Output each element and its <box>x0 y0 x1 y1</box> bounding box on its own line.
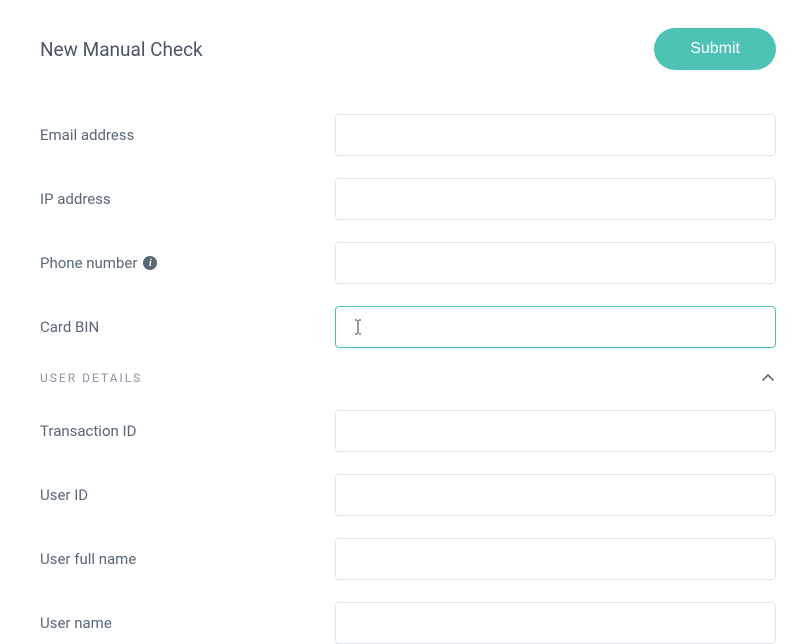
input-user-id[interactable] <box>335 474 776 516</box>
input-ip[interactable] <box>335 178 776 220</box>
chevron-up-icon <box>760 370 776 386</box>
row-card-bin: Card BIN <box>40 306 776 348</box>
label-phone: Phone number i <box>40 254 335 272</box>
info-icon[interactable]: i <box>143 256 157 270</box>
row-user-name: User name <box>40 602 776 644</box>
row-transaction-id: Transaction ID <box>40 410 776 452</box>
label-card-bin: Card BIN <box>40 318 335 336</box>
input-transaction-id[interactable] <box>335 410 776 452</box>
section-header-user-details[interactable]: USER DETAILS <box>40 370 776 386</box>
row-phone: Phone number i <box>40 242 776 284</box>
label-ip: IP address <box>40 190 335 208</box>
label-user-full-name: User full name <box>40 550 335 568</box>
input-card-bin-wrapper <box>335 306 776 348</box>
input-user-name[interactable] <box>335 602 776 644</box>
row-user-id: User ID <box>40 474 776 516</box>
label-phone-text: Phone number <box>40 254 137 272</box>
section-title: USER DETAILS <box>40 371 142 385</box>
row-email: Email address <box>40 114 776 156</box>
submit-button[interactable]: Submit <box>654 28 776 70</box>
page-title: New Manual Check <box>40 38 203 61</box>
label-user-id: User ID <box>40 486 335 504</box>
header-row: New Manual Check Submit <box>40 28 776 70</box>
label-email: Email address <box>40 126 335 144</box>
input-phone[interactable] <box>335 242 776 284</box>
input-email[interactable] <box>335 114 776 156</box>
label-user-name: User name <box>40 614 335 632</box>
label-transaction-id: Transaction ID <box>40 422 335 440</box>
row-user-full-name: User full name <box>40 538 776 580</box>
row-ip: IP address <box>40 178 776 220</box>
input-card-bin[interactable] <box>335 306 776 348</box>
input-user-full-name[interactable] <box>335 538 776 580</box>
